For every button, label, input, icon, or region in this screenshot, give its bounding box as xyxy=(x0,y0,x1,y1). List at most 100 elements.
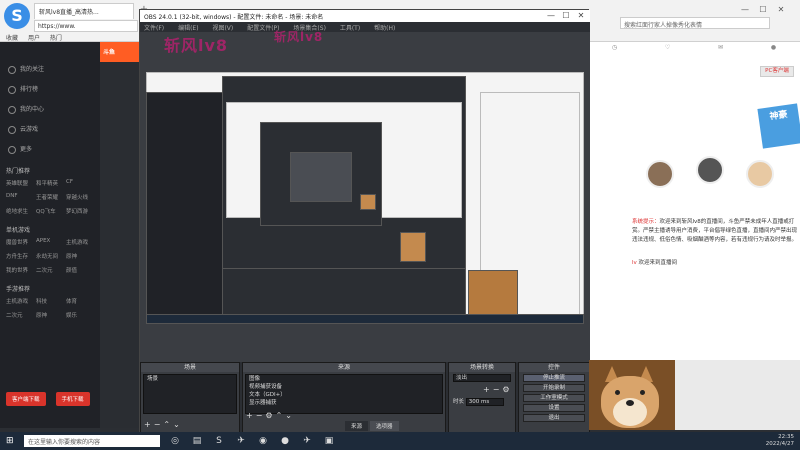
bookmark-item[interactable]: 用户 xyxy=(28,35,40,42)
game-link[interactable]: 二次元 xyxy=(36,266,64,274)
menu-help[interactable]: 帮助(H) xyxy=(374,25,395,32)
sidebar-item-cloud[interactable]: 云游戏 xyxy=(0,120,100,140)
task-view-icon[interactable]: ◎ xyxy=(168,434,182,448)
game-link[interactable]: 绝地求生 xyxy=(6,207,34,215)
game-link[interactable]: 原神 xyxy=(66,252,94,260)
game-link[interactable]: 二次元 xyxy=(6,311,34,319)
browser-search-input[interactable]: 搜索红面行家人掉像秀化表情 xyxy=(620,17,770,29)
avatar[interactable] xyxy=(746,160,774,188)
remove-icon[interactable]: − xyxy=(493,385,503,394)
minimize-icon[interactable]: — xyxy=(738,3,752,17)
clock-date[interactable]: 2022/4/27 xyxy=(700,441,794,448)
game-link[interactable]: 永劫无间 xyxy=(36,252,64,260)
tab-sources[interactable]: 来源 xyxy=(345,421,369,431)
app-icon[interactable]: ✈ xyxy=(300,434,314,448)
game-link[interactable]: 穿越火线 xyxy=(66,193,94,201)
transition-select[interactable]: 淡出 xyxy=(453,374,511,382)
source-item[interactable]: 图像 xyxy=(246,375,442,383)
sidebar-item-follow[interactable]: 我的关注 xyxy=(0,60,100,80)
duration-input[interactable]: 300 ms xyxy=(465,398,504,406)
browser-icon[interactable]: S xyxy=(212,434,226,448)
game-link[interactable]: 方舟生存 xyxy=(6,252,34,260)
game-link[interactable]: 我的世界 xyxy=(6,266,34,274)
scene-item[interactable]: 场景 xyxy=(144,375,236,383)
game-link[interactable]: 颜值 xyxy=(66,266,94,274)
maximize-icon[interactable]: ☐ xyxy=(559,10,573,22)
game-link[interactable]: APEX xyxy=(36,238,64,246)
app-icon[interactable]: ✈ xyxy=(234,434,248,448)
minimize-icon[interactable]: — xyxy=(544,10,558,22)
game-link[interactable]: 英雄联盟 xyxy=(6,179,34,187)
sidebar-item-more[interactable]: 更多 xyxy=(0,140,100,160)
remove-icon[interactable]: − xyxy=(256,411,266,420)
tab-selector[interactable]: 选项器 xyxy=(370,421,399,431)
game-link[interactable]: 魔兽世界 xyxy=(6,238,34,246)
game-link[interactable]: 原神 xyxy=(36,311,64,319)
game-link[interactable]: 科技 xyxy=(36,297,64,305)
browser-logo-icon[interactable]: S xyxy=(4,3,30,29)
settings-button[interactable]: 设置 xyxy=(523,404,585,412)
file-explorer-icon[interactable]: ▤ xyxy=(190,434,204,448)
game-link[interactable]: 主机游戏 xyxy=(6,297,34,305)
game-link[interactable]: QQ飞车 xyxy=(36,207,64,215)
source-item[interactable]: 文本（GDI+） xyxy=(246,391,442,399)
down-icon[interactable]: ⌄ xyxy=(173,420,183,429)
system-tray: 22:35 2022/4/27 xyxy=(700,434,800,448)
windows-start-icon[interactable]: ⊞ xyxy=(6,436,16,446)
remove-icon[interactable]: − xyxy=(154,420,164,429)
maximize-icon[interactable]: ☐ xyxy=(756,3,770,17)
source-item[interactable]: 显示器捕获 xyxy=(246,399,442,407)
message-icon[interactable]: ✉ xyxy=(718,44,723,64)
game-link[interactable]: 主机游戏 xyxy=(66,238,94,246)
app-icon[interactable]: ▣ xyxy=(322,434,336,448)
avatar[interactable] xyxy=(696,156,724,184)
game-link[interactable]: 和平精英 xyxy=(36,179,64,187)
gear-icon[interactable]: ⚙ xyxy=(502,385,512,394)
gear-icon[interactable]: ⚙ xyxy=(265,411,275,420)
pc-client-button[interactable]: PC客户端 xyxy=(760,66,794,77)
bookmark-item[interactable]: 热门 xyxy=(50,35,62,42)
avatar[interactable]: ● xyxy=(771,44,776,64)
game-link[interactable]: 梦幻西游 xyxy=(66,207,94,215)
taskbar-search[interactable]: 在这里输入你要搜索的内容 xyxy=(24,435,160,447)
sidebar-item-rank[interactable]: 排行榜 xyxy=(0,80,100,100)
game-link[interactable]: 体育 xyxy=(66,297,94,305)
menu-edit[interactable]: 编辑(E) xyxy=(178,25,198,32)
start-recording-button[interactable]: 开始录制 xyxy=(523,384,585,392)
stop-streaming-button[interactable]: 停止推流 xyxy=(523,374,585,382)
add-icon[interactable]: + xyxy=(483,385,493,394)
down-icon[interactable]: ⌄ xyxy=(285,411,295,420)
client-download-button[interactable]: 客户端下载 xyxy=(6,392,46,406)
source-item[interactable]: 视频捕获设备 xyxy=(246,383,442,391)
add-icon[interactable]: + xyxy=(144,420,154,429)
game-link[interactable]: 娱乐 xyxy=(66,311,94,319)
avatar[interactable] xyxy=(646,160,674,188)
obs-preview[interactable]: 斩风lv8 斩风lv8 xyxy=(140,30,590,364)
follow-icon[interactable]: ♡ xyxy=(665,44,670,64)
menu-tools[interactable]: 工具(T) xyxy=(340,25,360,32)
studio-mode-button[interactable]: 工作室模式 xyxy=(523,394,585,402)
game-link[interactable]: 王者荣耀 xyxy=(36,193,64,201)
close-icon[interactable]: ✕ xyxy=(574,10,588,22)
mobile-download-button[interactable]: 手机下载 xyxy=(55,392,90,406)
up-icon[interactable]: ⌃ xyxy=(163,420,173,429)
exit-button[interactable]: 退出 xyxy=(523,414,585,422)
game-link[interactable]: DNF xyxy=(6,193,34,201)
clock-time[interactable]: 22:35 xyxy=(700,434,794,441)
menu-file[interactable]: 文件(F) xyxy=(144,25,164,32)
up-icon[interactable]: ⌃ xyxy=(276,411,286,420)
site-logo[interactable]: 斗鱼 xyxy=(100,42,140,62)
event-badge[interactable]: 神豪 xyxy=(757,103,800,149)
browser-tab[interactable]: 斩风lv8直播_高清热... xyxy=(34,3,134,19)
address-bar[interactable]: https://www. xyxy=(34,20,138,32)
sidebar-item-center[interactable]: 我的中心 xyxy=(0,100,100,120)
menu-view[interactable]: 视图(V) xyxy=(212,25,233,32)
close-icon[interactable]: ✕ xyxy=(774,3,788,17)
add-icon[interactable]: + xyxy=(246,411,256,420)
history-icon[interactable]: ◷ xyxy=(612,44,617,64)
site-icon-row: ◷ ♡ ✉ ● xyxy=(588,44,800,64)
app-icon[interactable]: ◉ xyxy=(256,434,270,448)
obs-icon[interactable]: ● xyxy=(278,434,292,448)
game-link[interactable]: CF xyxy=(66,179,94,187)
bookmark-item[interactable]: 收藏 xyxy=(6,35,18,42)
